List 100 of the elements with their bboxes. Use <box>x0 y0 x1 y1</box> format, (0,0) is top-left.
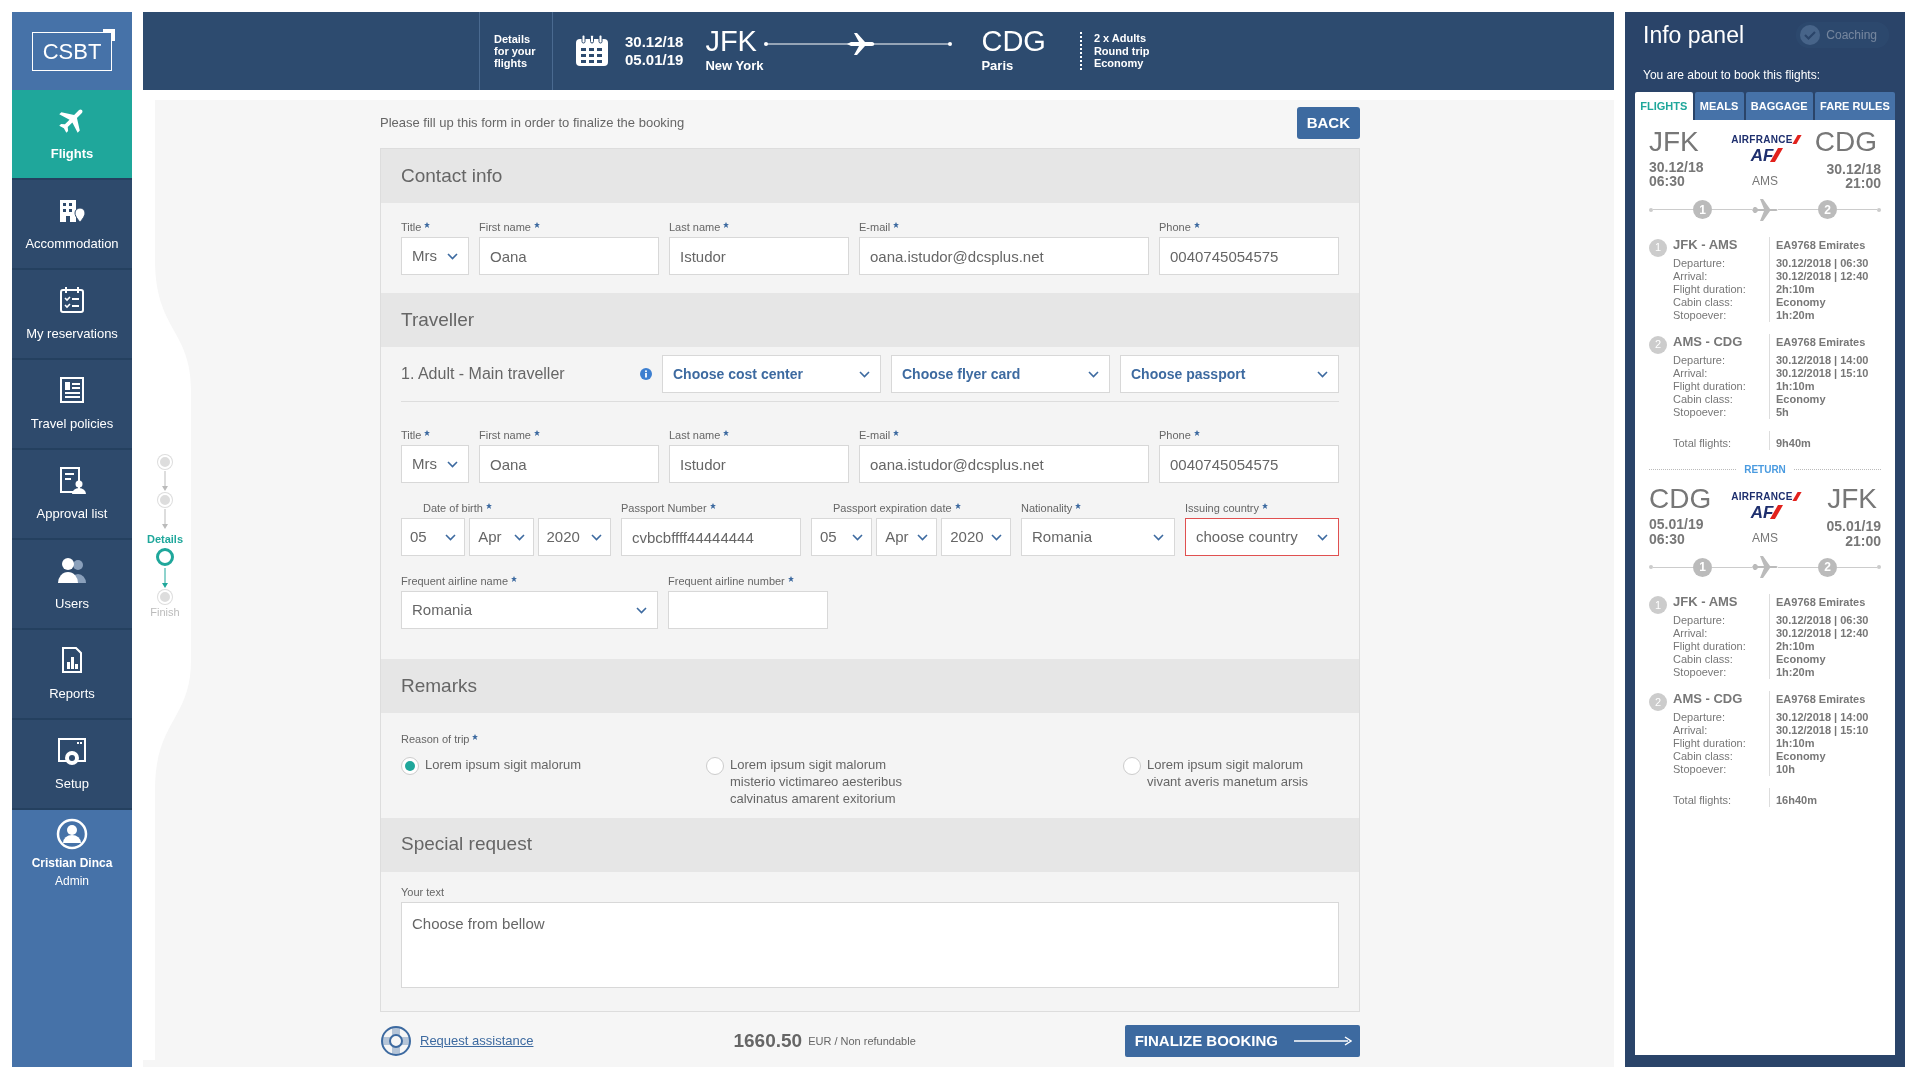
flight-time: 06:30 <box>1649 174 1686 189</box>
select-field[interactable]: Mrs <box>401 445 469 483</box>
field-label: Date of birth <box>423 501 483 516</box>
stop-marker: 2 <box>1818 557 1837 577</box>
detail-label: Arrival: <box>1673 366 1709 380</box>
chevron-icon <box>447 460 458 468</box>
chevron-icon <box>1153 533 1164 541</box>
stripe-icon <box>1792 134 1802 144</box>
flight-time: 06:30 <box>1649 531 1686 547</box>
radio-button[interactable] <box>706 757 724 775</box>
text-field[interactable]: Oana <box>479 237 659 275</box>
detail-label: Cabin class: <box>1673 295 1734 309</box>
detail-value: 1h:20m <box>1769 666 1881 680</box>
select-field[interactable]: Romania <box>1021 518 1175 556</box>
via-airport: AMS <box>1752 172 1778 190</box>
select-field[interactable]: choose country <box>1185 518 1339 556</box>
text-field[interactable]: Oana <box>479 445 659 483</box>
trip-info: 2 x Adults <box>1093 32 1148 45</box>
airport-code: CDG <box>1649 484 1713 513</box>
field-label: Your text <box>401 884 444 900</box>
flight-date: 05.01/19 <box>1649 516 1705 532</box>
select-field[interactable]: Apr <box>876 518 938 556</box>
user-name: Cristian Dinca <box>31 855 113 872</box>
text-field[interactable]: 0040745054575 <box>1159 237 1339 275</box>
detail-label: Cabin class: <box>1673 392 1734 406</box>
finalize-button[interactable]: FINALIZE BOOKING <box>1124 1025 1360 1058</box>
select-field[interactable]: Romania <box>401 591 658 629</box>
text-area[interactable]: Choose from bellow <box>401 901 1339 988</box>
select-field[interactable]: 05 <box>401 518 466 556</box>
field-label: Title <box>401 220 422 235</box>
detail-value: 10h <box>1769 763 1881 777</box>
traveller-name: 1. Adult - Main traveller <box>401 364 566 384</box>
details-label: Details for your flights <box>494 32 537 70</box>
chevron-icon <box>859 370 870 378</box>
flight-time: 21:00 <box>1844 533 1881 549</box>
select-field[interactable]: 05 <box>811 518 873 556</box>
tab[interactable]: FARE RULES <box>1814 92 1896 120</box>
text-field[interactable]: Istudor <box>669 445 849 483</box>
airline-name: AIRFRANCE <box>1731 132 1793 147</box>
radio-label: Lorem ipsum sigit malorum <box>425 757 582 774</box>
corner-icon <box>103 28 116 41</box>
select-field[interactable]: Choose passport <box>1120 355 1339 393</box>
flight-time: 21:00 <box>1844 176 1881 191</box>
chevron-icon <box>917 533 929 541</box>
radio-button[interactable] <box>401 757 419 775</box>
airport-code: JFK <box>1826 484 1877 513</box>
price-note: EUR / Non refundable <box>808 1033 916 1049</box>
text-field[interactable]: oana.istudor@dcsplus.net <box>859 445 1149 483</box>
detail-value: 1h:10m <box>1769 379 1881 393</box>
select-field[interactable]: Mrs <box>401 237 469 275</box>
tab[interactable]: BAGGAGE <box>1745 92 1813 120</box>
detail-value: 1h:10m <box>1769 737 1881 751</box>
detail-label: Stopoever: <box>1673 405 1728 419</box>
flight-name: EA9768 Emirates <box>1769 691 1881 712</box>
select-field[interactable]: 2020 <box>537 518 611 556</box>
detail-label: Flight duration: <box>1673 282 1747 296</box>
select-field[interactable]: Choose flyer card <box>891 355 1110 393</box>
airport-code: CDG <box>1813 127 1877 156</box>
plane-icon <box>1752 198 1778 221</box>
field-label: First name <box>479 428 531 443</box>
text-field[interactable]: oana.istudor@dcsplus.net <box>859 237 1149 275</box>
select-field[interactable]: 2020 <box>941 518 1011 556</box>
avatar-icon <box>56 818 88 850</box>
detail-label: Flight duration: <box>1673 640 1747 654</box>
back-button[interactable]: BACK <box>1296 106 1360 140</box>
detail-label: Cabin class: <box>1673 750 1734 764</box>
detail-value: Economy <box>1769 392 1881 406</box>
user-role: Admin <box>55 873 89 890</box>
field-label: First name <box>479 220 531 235</box>
detail-value: 30.12/2018 | 14:00 <box>1769 711 1881 725</box>
radio-button[interactable] <box>1123 757 1141 775</box>
detail-value: 30.12/2018 | 12:40 <box>1769 627 1881 641</box>
flight-date: 30.12/18 <box>1825 161 1881 177</box>
field-label: Title <box>401 428 422 443</box>
airline-code: AF <box>1750 503 1774 521</box>
field-label: Phone <box>1159 220 1191 235</box>
chevron-icon <box>636 606 647 614</box>
step-label: Finish <box>150 604 180 620</box>
text-field[interactable]: 0040745054575 <box>1159 445 1339 483</box>
detail-value: Economy <box>1769 295 1881 309</box>
field-label: Issuing country <box>1185 501 1259 516</box>
leg-route: AMS - CDG <box>1673 333 1744 351</box>
arrow-icon <box>162 567 168 588</box>
radio-label: Lorem ipsum sigit malorum vivant averis manetum arsis <box>1147 757 1310 791</box>
field-label: Phone <box>1159 428 1191 443</box>
total-label: Total flights: <box>1673 435 1733 450</box>
assistance-link[interactable]: Request assistance <box>420 1031 534 1051</box>
arrow-icon <box>162 471 168 491</box>
tab[interactable]: MEALS <box>1694 92 1744 120</box>
airport-code: CDG <box>981 26 1046 56</box>
text-field[interactable]: Istudor <box>669 237 849 275</box>
text-field[interactable] <box>668 591 828 629</box>
trip-info: Round trip <box>1093 44 1150 58</box>
total-label: Total flights: <box>1673 793 1733 808</box>
detail-value: 30.12/2018 | 06:30 <box>1769 614 1881 628</box>
detail-value: Economy <box>1769 653 1881 667</box>
text-field[interactable]: cvbcbffff44444444 <box>621 518 801 556</box>
select-field[interactable]: Choose cost center <box>662 355 881 393</box>
select-field[interactable]: Apr <box>469 518 534 556</box>
chevron-icon <box>1088 370 1099 378</box>
